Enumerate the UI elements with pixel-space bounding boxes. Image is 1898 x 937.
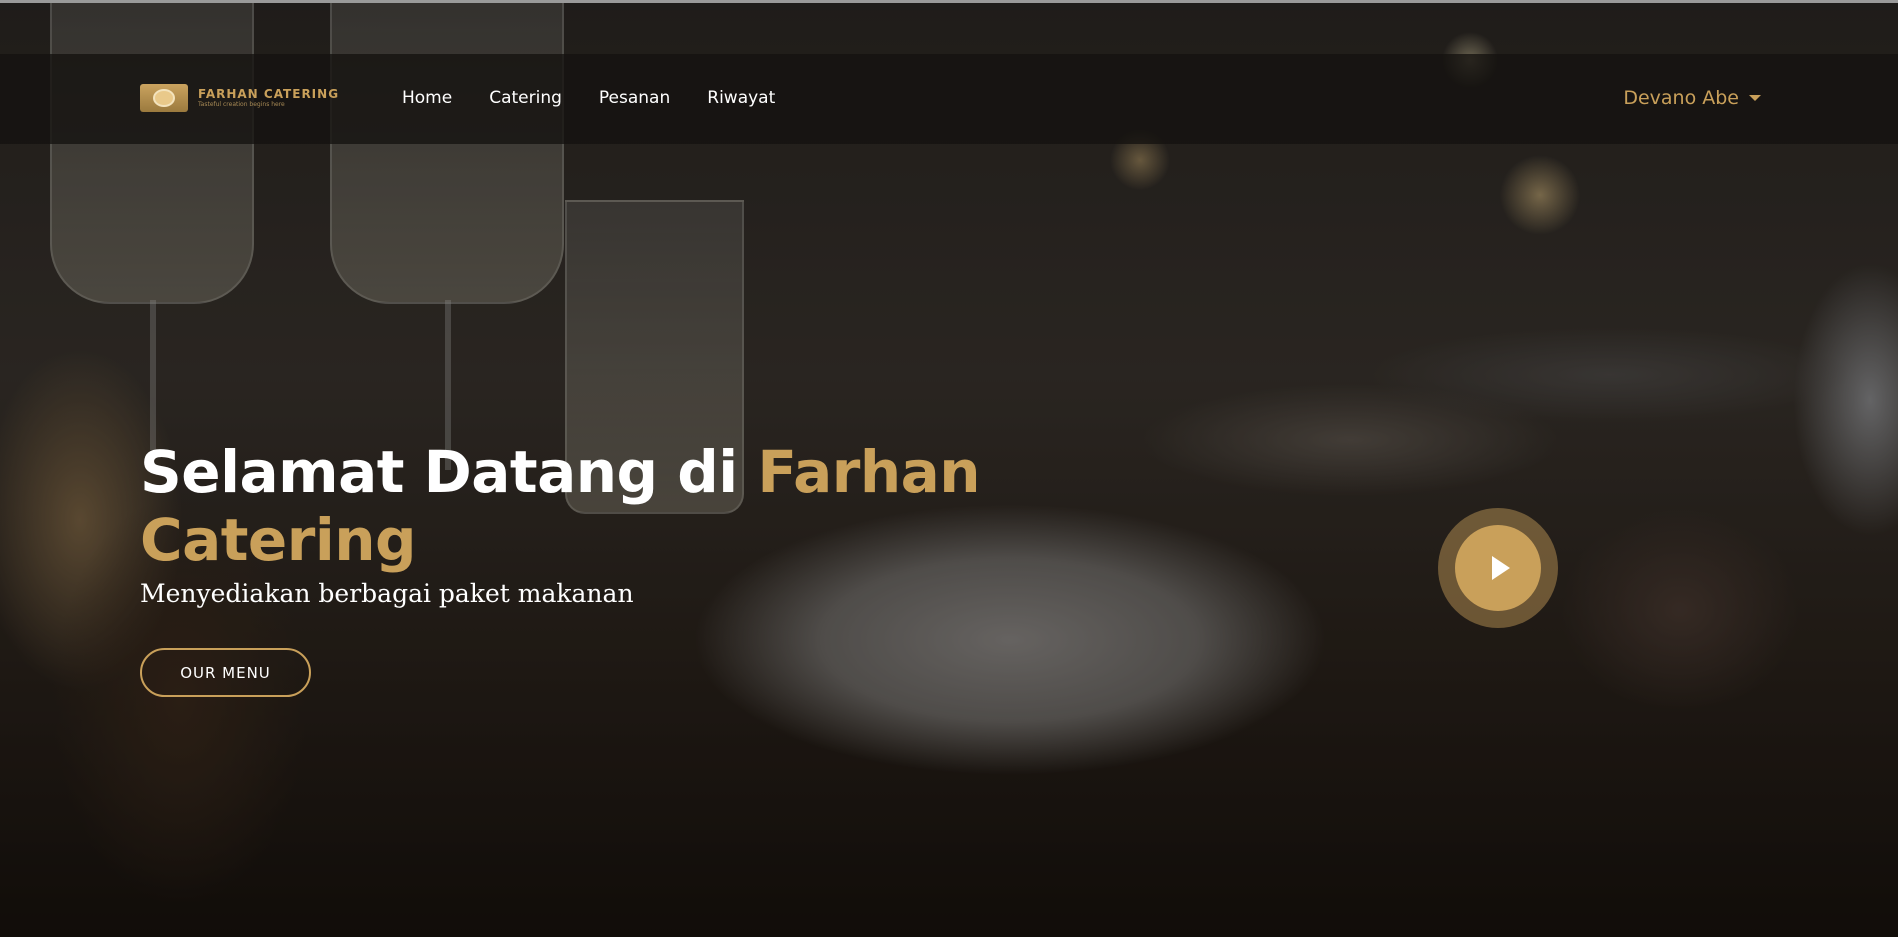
brand-logo[interactable]: FARHAN CATERING Tasteful creation begins… bbox=[140, 83, 339, 113]
brand-text: FARHAN CATERING Tasteful creation begins… bbox=[198, 87, 339, 109]
nav-link-pesanan[interactable]: Pesanan bbox=[599, 87, 670, 109]
hero-title: Selamat Datang di Farhan Catering bbox=[140, 438, 1000, 574]
caret-down-icon bbox=[1749, 95, 1761, 101]
hero-subtitle: Menyediakan berbagai paket makanan bbox=[140, 579, 634, 608]
hero-title-text: Selamat Datang di bbox=[140, 438, 758, 506]
brand-name: FARHAN CATERING bbox=[198, 87, 340, 101]
play-video-button[interactable] bbox=[1438, 508, 1558, 628]
nav-link-riwayat[interactable]: Riwayat bbox=[707, 87, 775, 109]
nav-links: Home Catering Pesanan Riwayat bbox=[402, 87, 812, 109]
our-menu-button[interactable]: OUR MENU bbox=[140, 648, 311, 697]
nav-link-home[interactable]: Home bbox=[402, 87, 452, 109]
brand-emblem-icon bbox=[140, 84, 188, 112]
brand-tagline: Tasteful creation begins here bbox=[198, 101, 285, 108]
nav-link-catering[interactable]: Catering bbox=[489, 87, 562, 109]
navbar: FARHAN CATERING Tasteful creation begins… bbox=[0, 54, 1898, 144]
browser-top-line bbox=[0, 0, 1898, 3]
play-button-inner bbox=[1455, 525, 1541, 611]
user-menu-dropdown[interactable]: Devano Abe bbox=[1623, 87, 1761, 109]
user-name: Devano Abe bbox=[1623, 87, 1739, 109]
hero-section: FARHAN CATERING Tasteful creation begins… bbox=[0, 0, 1898, 937]
play-icon bbox=[1492, 556, 1510, 580]
